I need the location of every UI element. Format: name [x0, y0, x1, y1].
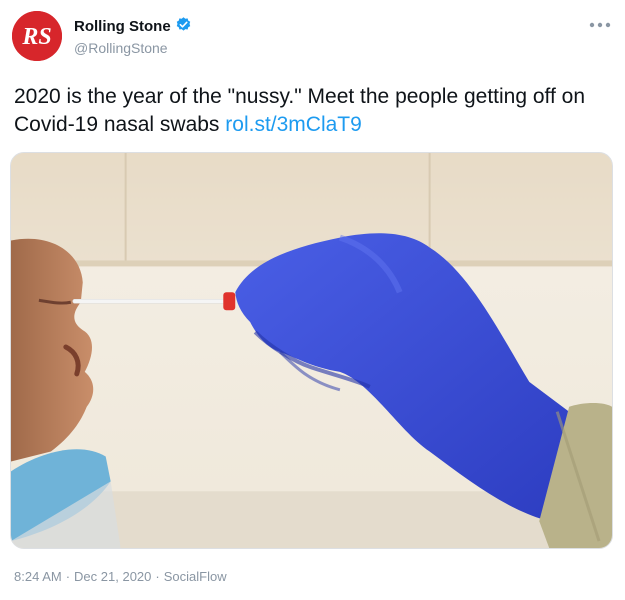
svg-text:RS: RS [21, 24, 51, 50]
tweet-header: RS Rolling Stone @RollingStone [12, 10, 613, 62]
tweet-media-image[interactable] [10, 152, 613, 549]
more-options-button[interactable] [587, 18, 613, 32]
meta-separator: · [65, 569, 71, 584]
tweet-text: 2020 is the year of the "nussy." Meet th… [14, 83, 614, 139]
rolling-stone-logo: RS [12, 11, 62, 61]
account-handle[interactable]: @RollingStone [74, 40, 192, 56]
more-horizontal-icon [589, 22, 611, 28]
tweet-time[interactable]: 8:24 AM [14, 569, 62, 584]
account-names: Rolling Stone @RollingStone [74, 16, 192, 56]
tweet-date[interactable]: Dec 21, 2020 [74, 569, 151, 584]
verified-badge-icon [175, 16, 192, 38]
tweet-link[interactable]: rol.st/3mClaT9 [225, 113, 362, 136]
tweet-meta: 8:24 AM · Dec 21, 2020 · SocialFlow [14, 569, 227, 584]
avatar[interactable]: RS [12, 11, 62, 61]
display-name[interactable]: Rolling Stone [74, 18, 171, 35]
tweet-source[interactable]: SocialFlow [164, 569, 227, 584]
meta-separator: · [155, 569, 160, 584]
nasal-swab-photo [11, 153, 612, 548]
tweet-card: RS Rolling Stone @RollingStone 2020 is t… [0, 0, 625, 600]
